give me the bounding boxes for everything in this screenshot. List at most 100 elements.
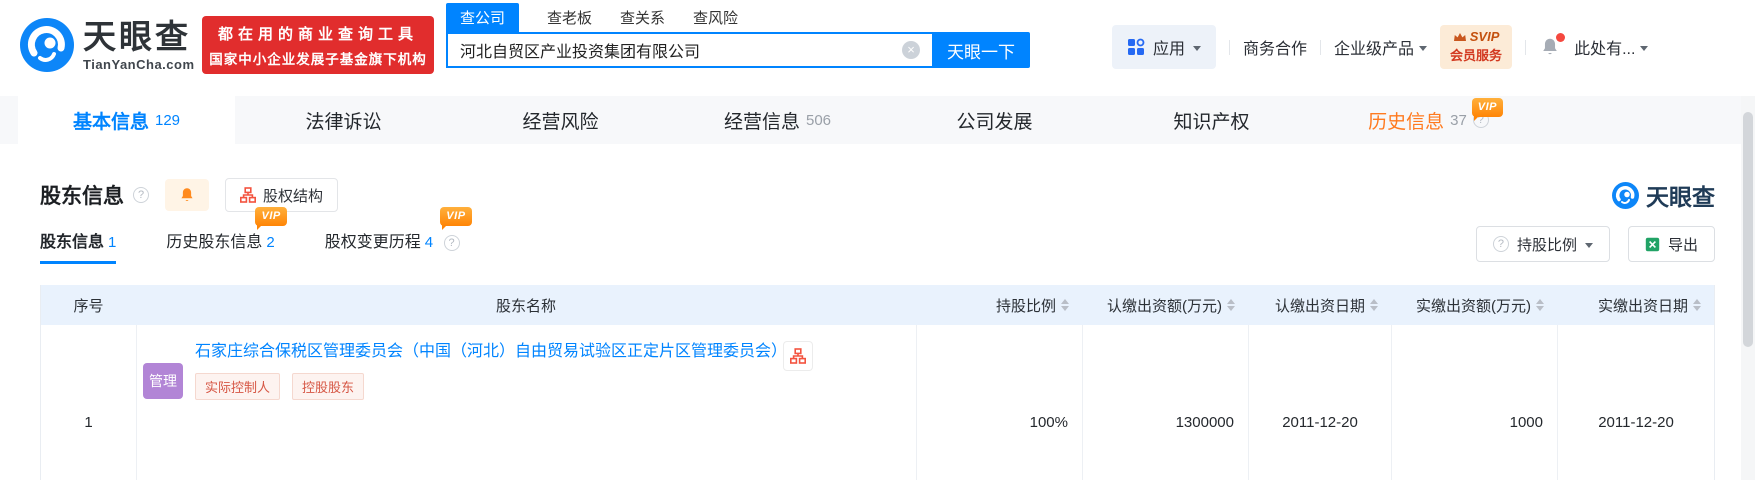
tab-label: 法律诉讼 xyxy=(305,107,381,134)
help-icon[interactable]: ? xyxy=(133,187,149,203)
tab-label: 基本信息 xyxy=(73,107,149,134)
tab-intellectual-property[interactable]: 知识产权 xyxy=(1103,96,1320,144)
sort-icon[interactable] xyxy=(1370,299,1378,311)
logo-domain: TianYanCha.com xyxy=(83,57,195,72)
chevron-down-icon xyxy=(1585,243,1593,248)
shareholder-table: 序号 股东名称 持股比例 认缴出资额(万元) 认缴出资日期 实缴出资额(万元) … xyxy=(40,285,1715,480)
search-tab-boss[interactable]: 查老板 xyxy=(547,7,592,32)
cell-shareholder-name: 管理 石家庄综合保税区管理委员会（中国（河北）自由贸易试验区正定片区管理委员会）… xyxy=(136,325,916,480)
company-nav-tabbar: 基本信息 129 法律诉讼 经营风险 经营信息 506 公司发展 知识产权 VI… xyxy=(0,96,1755,144)
svip-service-badge[interactable]: SVIP 会员服务 xyxy=(1440,25,1512,69)
apps-menu-button[interactable]: 应用 xyxy=(1112,25,1216,69)
cell-subscribed-date: 2011-12-20 xyxy=(1248,325,1391,480)
tab-label: 知识产权 xyxy=(1173,107,1249,134)
column-header-subscribed-date[interactable]: 认缴出资日期 xyxy=(1248,295,1391,316)
divider xyxy=(1525,40,1526,55)
subtab-label: 股东信息 xyxy=(40,234,104,251)
search-area: 查公司 查老板 查关系 查风险 × 天眼一下 xyxy=(446,6,1030,68)
tab-label: 经营风险 xyxy=(522,107,598,134)
crown-icon xyxy=(1453,32,1467,42)
search-tab-company[interactable]: 查公司 xyxy=(446,3,519,32)
tianyancha-logo-icon xyxy=(1612,182,1639,209)
subtab-shareholders[interactable]: 股东信息1 xyxy=(40,228,116,264)
cell-subscribed-amount: 1300000 xyxy=(1082,325,1248,480)
nav-cooperation[interactable]: 商务合作 xyxy=(1243,35,1307,59)
ratio-filter-dropdown[interactable]: ? 持股比例 xyxy=(1476,226,1610,262)
section-title: 股东信息 xyxy=(40,180,124,210)
tab-company-development[interactable]: 公司发展 xyxy=(886,96,1103,144)
subtab-label: 历史股东信息 xyxy=(166,234,262,251)
tianyancha-page: 天眼查 TianYanCha.com 都在用的商业查询工具 国家中小企业发展子基… xyxy=(0,0,1755,480)
tab-count: 506 xyxy=(806,112,831,129)
chevron-down-icon xyxy=(1640,46,1648,51)
export-button[interactable]: 导出 xyxy=(1628,226,1715,262)
nav-enterprise[interactable]: 企业级产品 xyxy=(1334,35,1427,59)
column-header-paid-amount[interactable]: 实缴出资额(万元) xyxy=(1391,295,1557,316)
column-label: 认缴出资额(万元) xyxy=(1107,295,1222,316)
subtab-label: 股权变更历程 xyxy=(325,234,421,251)
subtab-count: 2 xyxy=(266,234,274,251)
tag-actual-controller: 实际控制人 xyxy=(195,373,280,400)
chevron-down-icon xyxy=(1193,46,1201,51)
apps-label: 应用 xyxy=(1153,35,1185,59)
tab-count: 129 xyxy=(155,112,180,129)
subscribe-bell-button[interactable] xyxy=(165,179,209,211)
scrollbar-thumb[interactable] xyxy=(1743,112,1753,347)
divider xyxy=(1229,40,1230,55)
tab-legal-litigation[interactable]: 法律诉讼 xyxy=(235,96,452,144)
logo-title: 天眼查 xyxy=(83,19,195,55)
help-icon[interactable]: ? xyxy=(444,235,460,251)
tag-controlling-shareholder: 控股股东 xyxy=(292,373,364,400)
svip-sub-label: 会员服务 xyxy=(1450,45,1502,64)
sort-icon[interactable] xyxy=(1693,299,1701,311)
tab-count: 37 xyxy=(1450,112,1467,129)
tab-label: 公司发展 xyxy=(956,107,1032,134)
svip-label: SVIP xyxy=(1470,29,1500,44)
promo-line-1: 都在用的商业查询工具 xyxy=(218,23,418,44)
sort-icon[interactable] xyxy=(1061,299,1069,311)
equity-structure-label: 股权结构 xyxy=(263,185,323,206)
shareholder-tags: 实际控制人 控股股东 xyxy=(195,373,916,400)
column-header-name: 股东名称 xyxy=(136,295,916,316)
export-label: 导出 xyxy=(1668,234,1698,255)
tab-operation-risk[interactable]: 经营风险 xyxy=(452,96,669,144)
org-chart-icon xyxy=(790,348,806,364)
table-header-row: 序号 股东名称 持股比例 认缴出资额(万元) 认缴出资日期 实缴出资额(万元) … xyxy=(41,285,1714,325)
chevron-down-icon xyxy=(1419,46,1427,51)
page-scrollbar[interactable] xyxy=(1741,96,1755,480)
shareholder-section-header: 股东信息 ? 股权结构 xyxy=(40,176,1715,214)
search-tab-risk[interactable]: 查风险 xyxy=(693,7,738,32)
tab-operation-info[interactable]: 经营信息 506 xyxy=(669,96,886,144)
column-label: 实缴出资额(万元) xyxy=(1416,295,1531,316)
sort-icon[interactable] xyxy=(1536,299,1544,311)
shareholder-subtab-row: 股东信息1 VIP 历史股东信息2 VIP 股权变更历程4 ? ? 持股比例 xyxy=(40,212,1715,264)
search-tab-relation[interactable]: 查关系 xyxy=(620,7,665,32)
account-label: 此处有... xyxy=(1574,35,1635,59)
ratio-filter-label: 持股比例 xyxy=(1517,234,1577,255)
column-label: 实缴出资日期 xyxy=(1598,295,1688,316)
site-logo[interactable]: 天眼查 TianYanCha.com xyxy=(20,18,195,72)
search-button[interactable]: 天眼一下 xyxy=(932,32,1030,68)
notification-bell-button[interactable] xyxy=(1539,36,1561,58)
column-header-ratio[interactable]: 持股比例 xyxy=(916,295,1082,316)
tab-label: 历史信息 xyxy=(1368,107,1444,134)
notification-dot xyxy=(1556,33,1565,42)
column-header-paid-date[interactable]: 实缴出资日期 xyxy=(1557,295,1714,316)
tab-basic-info[interactable]: 基本信息 129 xyxy=(18,96,235,144)
subtab-history-shareholders[interactable]: VIP 历史股东信息2 xyxy=(166,228,274,264)
table-row: 1 管理 石家庄综合保税区管理委员会（中国（河北）自由贸易试验区正定片区管理委员… xyxy=(41,325,1714,480)
tab-history-info[interactable]: VIP 历史信息 37 ? xyxy=(1320,96,1537,144)
column-header-subscribed-amount[interactable]: 认缴出资额(万元) xyxy=(1082,295,1248,316)
org-chart-icon xyxy=(240,187,256,203)
vip-badge: VIP xyxy=(1472,98,1503,117)
clear-icon[interactable]: × xyxy=(902,41,920,59)
search-input[interactable] xyxy=(446,32,932,68)
subtabs: 股东信息1 VIP 历史股东信息2 VIP 股权变更历程4 ? xyxy=(40,228,460,264)
promo-banner: 都在用的商业查询工具 国家中小企业发展子基金旗下机构 xyxy=(202,16,434,74)
equity-chart-icon-button[interactable] xyxy=(783,341,813,371)
sort-icon[interactable] xyxy=(1227,299,1235,311)
nav-account[interactable]: 此处有... xyxy=(1574,35,1648,59)
subtab-equity-change-history[interactable]: VIP 股权变更历程4 ? xyxy=(325,228,460,264)
shareholder-name-link[interactable]: 石家庄综合保税区管理委员会（中国（河北）自由贸易试验区正定片区管理委员会） xyxy=(195,339,795,365)
vip-badge: VIP xyxy=(255,207,286,226)
